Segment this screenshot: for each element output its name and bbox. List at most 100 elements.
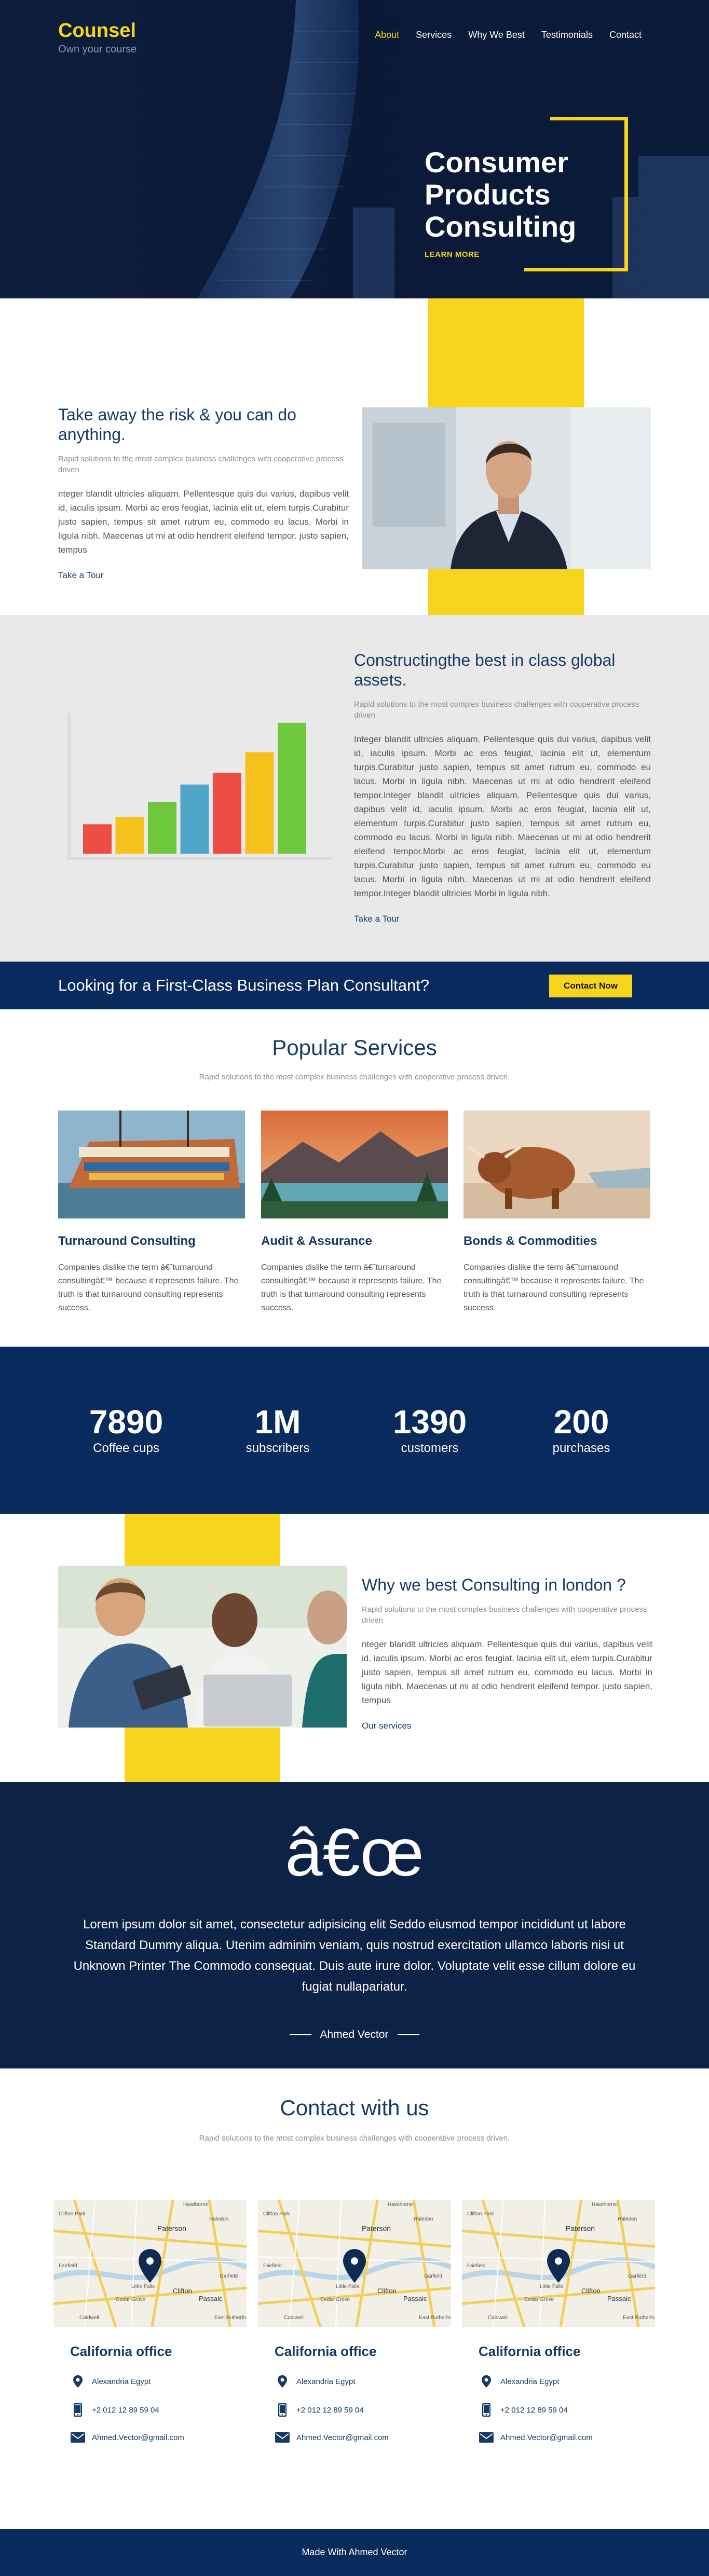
service-card[interactable]: Turnaround Consulting Companies dislike … (58, 1111, 245, 1315)
nav-link-services[interactable]: Services (416, 30, 452, 40)
office-map[interactable]: Hawthorne Clifton Park Paterson Fairfield Li… (462, 2200, 655, 2327)
svg-text:Clifton Park: Clifton Park (467, 2211, 495, 2217)
testimonial-author: Ahmed Vector (0, 2029, 709, 2041)
office-phone[interactable]: +2 012 12 89 59 04 (500, 2406, 568, 2415)
nav-link-testimonials[interactable]: Testimonials (541, 30, 593, 40)
svg-text:Passaic: Passaic (199, 2295, 223, 2303)
nav-link-about[interactable]: About (375, 30, 399, 40)
chart-bar (115, 817, 144, 854)
why-title: Why we best Consulting in london ? (362, 1575, 626, 1594)
testimonial-section: â€œ Lorem ipsum dolor sit amet, consecte… (0, 1782, 709, 2068)
svg-text:Hawthorne: Hawthorne (592, 2202, 617, 2208)
office-address: Alexandria Egypt (500, 2377, 560, 2386)
stat-item: 7890 Coffee cups (69, 1405, 183, 1456)
brand-name: Counsel (58, 20, 136, 42)
phone-row: +2 012 12 89 59 04 (70, 2403, 247, 2417)
assets-title: Constructingthe best in class global ass… (354, 651, 616, 689)
svg-text:Garfield: Garfield (424, 2273, 442, 2279)
office-email[interactable]: Ahmed.Vector@gmail.com (500, 2433, 593, 2442)
why-section: Why we best Consulting in london ? Rapid… (0, 1514, 709, 1782)
office-map[interactable]: Hawthorne Clifton Park Paterson Fairfield Li… (258, 2200, 451, 2327)
stat-label: customers (401, 1441, 459, 1455)
service-card[interactable]: Bonds & Commodities Companies dislike th… (463, 1111, 650, 1315)
cta-text: Looking for a First-Class Business Plan … (58, 976, 430, 994)
stat-label: purchases (552, 1441, 610, 1455)
svg-text:Fairfield: Fairfield (467, 2263, 486, 2269)
assets-content: Constructingthe best in class global ass… (354, 650, 651, 924)
svg-text:Clifton Park: Clifton Park (263, 2211, 291, 2217)
email-row: Ahmed.Vector@gmail.com (479, 2432, 655, 2443)
nav-link-contact[interactable]: Contact (609, 30, 642, 40)
take-a-tour-link-2[interactable]: Take a Tour (354, 914, 400, 924)
svg-text:Garfield: Garfield (220, 2273, 238, 2279)
phone-icon (275, 2403, 290, 2417)
mail-icon (275, 2432, 290, 2443)
contact-now-button[interactable]: Contact Now (549, 975, 632, 997)
highland-cow-image (463, 1111, 650, 1218)
svg-text:Fairfield: Fairfield (59, 2263, 77, 2269)
chart-axis-x (67, 857, 332, 860)
location-pin-icon (275, 2375, 290, 2388)
stat-value: 7890 (89, 1403, 163, 1441)
service-text: Companies dislike the term â€˜turnaround… (463, 1263, 644, 1312)
why-subtitle: Rapid solutions to the most complex busi… (362, 1605, 647, 1625)
svg-text:Caldwell: Caldwell (284, 2315, 304, 2321)
brand-logo[interactable]: Counsel Own your course (58, 21, 137, 56)
svg-text:Passaic: Passaic (607, 2295, 631, 2303)
hero-title-line-2: Products (425, 178, 551, 211)
about-paragraph: nteger blandit ultricies aliquam. Pellen… (58, 489, 349, 555)
businessman-photo (362, 407, 651, 569)
chart-bar (245, 752, 274, 854)
assets-subtitle: Rapid solutions to the most complex busi… (354, 700, 639, 720)
office-email[interactable]: Ahmed.Vector@gmail.com (92, 2433, 184, 2442)
svg-text:Hawthorne: Hawthorne (388, 2202, 413, 2208)
hero-title-line-3: Consulting (425, 210, 577, 243)
service-title: Audit & Assurance (261, 1234, 372, 1248)
email-row: Ahmed.Vector@gmail.com (70, 2432, 247, 2443)
svg-text:East Rutherford: East Rutherford (623, 2315, 655, 2321)
address-row: Alexandria Egypt (479, 2375, 655, 2388)
svg-text:Passaic: Passaic (403, 2295, 427, 2303)
svg-text:Garfield: Garfield (628, 2273, 646, 2279)
email-row: Ahmed.Vector@gmail.com (275, 2432, 451, 2443)
author-divider-left (289, 2034, 311, 2036)
svg-text:Cedar Grove: Cedar Grove (320, 2297, 350, 2303)
stat-item: 200 purchases (524, 1405, 638, 1456)
stat-label: Coffee cups (93, 1441, 159, 1455)
assets-paragraph: Integer blandit ultricies aliquam. Pelle… (354, 734, 651, 898)
brand-tagline: Own your course (58, 44, 137, 55)
office-phone[interactable]: +2 012 12 89 59 04 (92, 2406, 159, 2415)
learn-more-button[interactable]: LEARN MORE (425, 250, 480, 259)
svg-text:Haledon: Haledon (414, 2216, 433, 2222)
service-title: Bonds & Commodities (463, 1234, 597, 1248)
office-address: Alexandria Egypt (296, 2377, 356, 2386)
service-card[interactable]: Audit & Assurance Companies dislike the … (261, 1111, 448, 1315)
service-title: Turnaround Consulting (58, 1234, 196, 1248)
office-map[interactable]: Hawthorne Clifton Park Paterson Fairfield Li… (53, 2200, 247, 2327)
our-services-link[interactable]: Our services (362, 1721, 411, 1731)
services-title: Popular Services (272, 1035, 437, 1060)
about-subtitle: Rapid solutions to the most complex busi… (58, 455, 344, 474)
map-graphic: Hawthorne Clifton Park Paterson Fairfield Li… (462, 2200, 655, 2327)
chart-axis-y (67, 714, 71, 860)
hero-title-line-1: Consumer (425, 146, 568, 179)
svg-text:Little Falls: Little Falls (336, 2284, 359, 2290)
svg-text:Hawthorne: Hawthorne (183, 2202, 209, 2208)
office-phone[interactable]: +2 012 12 89 59 04 (296, 2406, 364, 2415)
testimonial-text: Lorem ipsum dolor sit amet, consectetur … (73, 1917, 636, 1994)
office-email[interactable]: Ahmed.Vector@gmail.com (296, 2433, 389, 2442)
chart-bar (180, 784, 209, 854)
nav-link-why-we-best[interactable]: Why We Best (468, 30, 525, 40)
phone-icon (479, 2403, 494, 2417)
address-row: Alexandria Egypt (70, 2375, 247, 2388)
mail-icon (70, 2432, 86, 2443)
chart-bar (83, 824, 112, 854)
team-meeting-photo (58, 1566, 347, 1728)
svg-text:Little Falls: Little Falls (131, 2284, 155, 2290)
map-graphic: Hawthorne Clifton Park Paterson Fairfield Li… (53, 2200, 247, 2327)
quote-mark: â€œ (285, 1814, 424, 1890)
location-pin-icon (479, 2375, 494, 2388)
svg-text:Clifton: Clifton (173, 2287, 192, 2295)
office-address: Alexandria Egypt (92, 2377, 151, 2386)
take-a-tour-link[interactable]: Take a Tour (58, 570, 104, 581)
